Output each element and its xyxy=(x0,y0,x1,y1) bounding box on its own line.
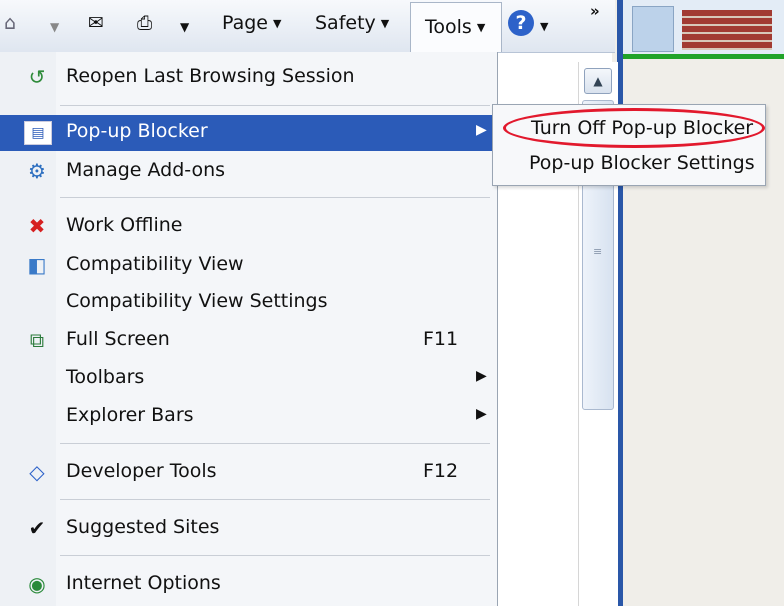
menu-item-manage-add-ons[interactable]: ⚙ Manage Add-ons xyxy=(0,154,497,190)
full-screen-icon: ⧉ xyxy=(29,328,45,352)
page-menu-button[interactable]: Page ▼ xyxy=(222,12,281,34)
menu-separator xyxy=(60,555,490,556)
checkmark-icon: ✔ xyxy=(28,516,46,540)
menu-item-full-screen[interactable]: ⧉ Full Screen F11 xyxy=(0,323,497,359)
popup-blocker-icon: ▤ xyxy=(24,121,52,145)
developer-tools-icon: ◇ xyxy=(29,460,45,484)
menu-item-reopen-last-browsing-session[interactable]: ↺ Reopen Last Browsing Session xyxy=(0,60,497,96)
menu-item-compatibility-view[interactable]: ◧ Compatibility View xyxy=(0,248,497,284)
scroll-up-button[interactable]: ▲ xyxy=(584,68,612,94)
menu-separator xyxy=(60,499,490,500)
menu-item-developer-tools[interactable]: ◇ Developer Tools F12 xyxy=(0,455,497,491)
menu-item-work-offline[interactable]: ✖ Work Offline xyxy=(0,209,497,245)
help-icon[interactable]: ? xyxy=(508,10,534,36)
menu-separator xyxy=(60,443,490,444)
tools-menu-label[interactable]: Tools ▼ xyxy=(425,16,485,38)
menu-item-toolbars[interactable]: Toolbars ▶ xyxy=(0,361,497,397)
menu-separator xyxy=(60,197,490,198)
annotation-circle xyxy=(503,108,765,148)
print-dropdown-icon[interactable]: ▼ xyxy=(180,20,189,34)
quick-tabs-thumbnail[interactable] xyxy=(632,6,674,52)
menu-item-compatibility-view-settings[interactable]: Compatibility View Settings xyxy=(0,285,497,321)
menu-separator xyxy=(60,105,490,106)
reopen-session-icon: ↺ xyxy=(28,65,46,89)
more-commands-chevron[interactable]: » xyxy=(590,2,600,20)
compatibility-view-icon: ◧ xyxy=(27,253,47,277)
safety-menu-button[interactable]: Safety ▼ xyxy=(315,12,389,34)
page-loaded-indicator xyxy=(623,54,784,59)
work-offline-icon: ✖ xyxy=(28,214,46,238)
page-thumbnail-image xyxy=(682,10,772,50)
mail-icon[interactable]: ✉ xyxy=(88,12,104,34)
scrollbar-grip-icon: ≡ xyxy=(593,245,603,258)
rss-dropdown-icon[interactable]: ▼ xyxy=(50,20,59,34)
page-content-area xyxy=(612,0,784,606)
submenu-item-popup-blocker-settings[interactable]: Pop-up Blocker Settings xyxy=(529,152,755,174)
menu-item-suggested-sites[interactable]: ✔ Suggested Sites xyxy=(0,511,497,547)
menu-item-popup-blocker[interactable]: ▤ Pop-up Blocker ▶ xyxy=(0,115,497,151)
submenu-arrow-icon: ▶ xyxy=(476,122,487,138)
submenu-arrow-icon: ▶ xyxy=(476,368,487,384)
menu-item-explorer-bars[interactable]: Explorer Bars ▶ xyxy=(0,399,497,435)
submenu-arrow-icon: ▶ xyxy=(476,406,487,422)
internet-options-icon: ◉ xyxy=(28,572,46,596)
rss-icon[interactable]: ⌂ xyxy=(4,12,16,34)
help-dropdown-icon[interactable]: ▼ xyxy=(540,20,548,33)
print-icon[interactable]: ⎙ xyxy=(137,12,152,34)
add-ons-icon: ⚙ xyxy=(28,159,46,183)
menu-item-internet-options[interactable]: ◉ Internet Options xyxy=(0,567,497,603)
